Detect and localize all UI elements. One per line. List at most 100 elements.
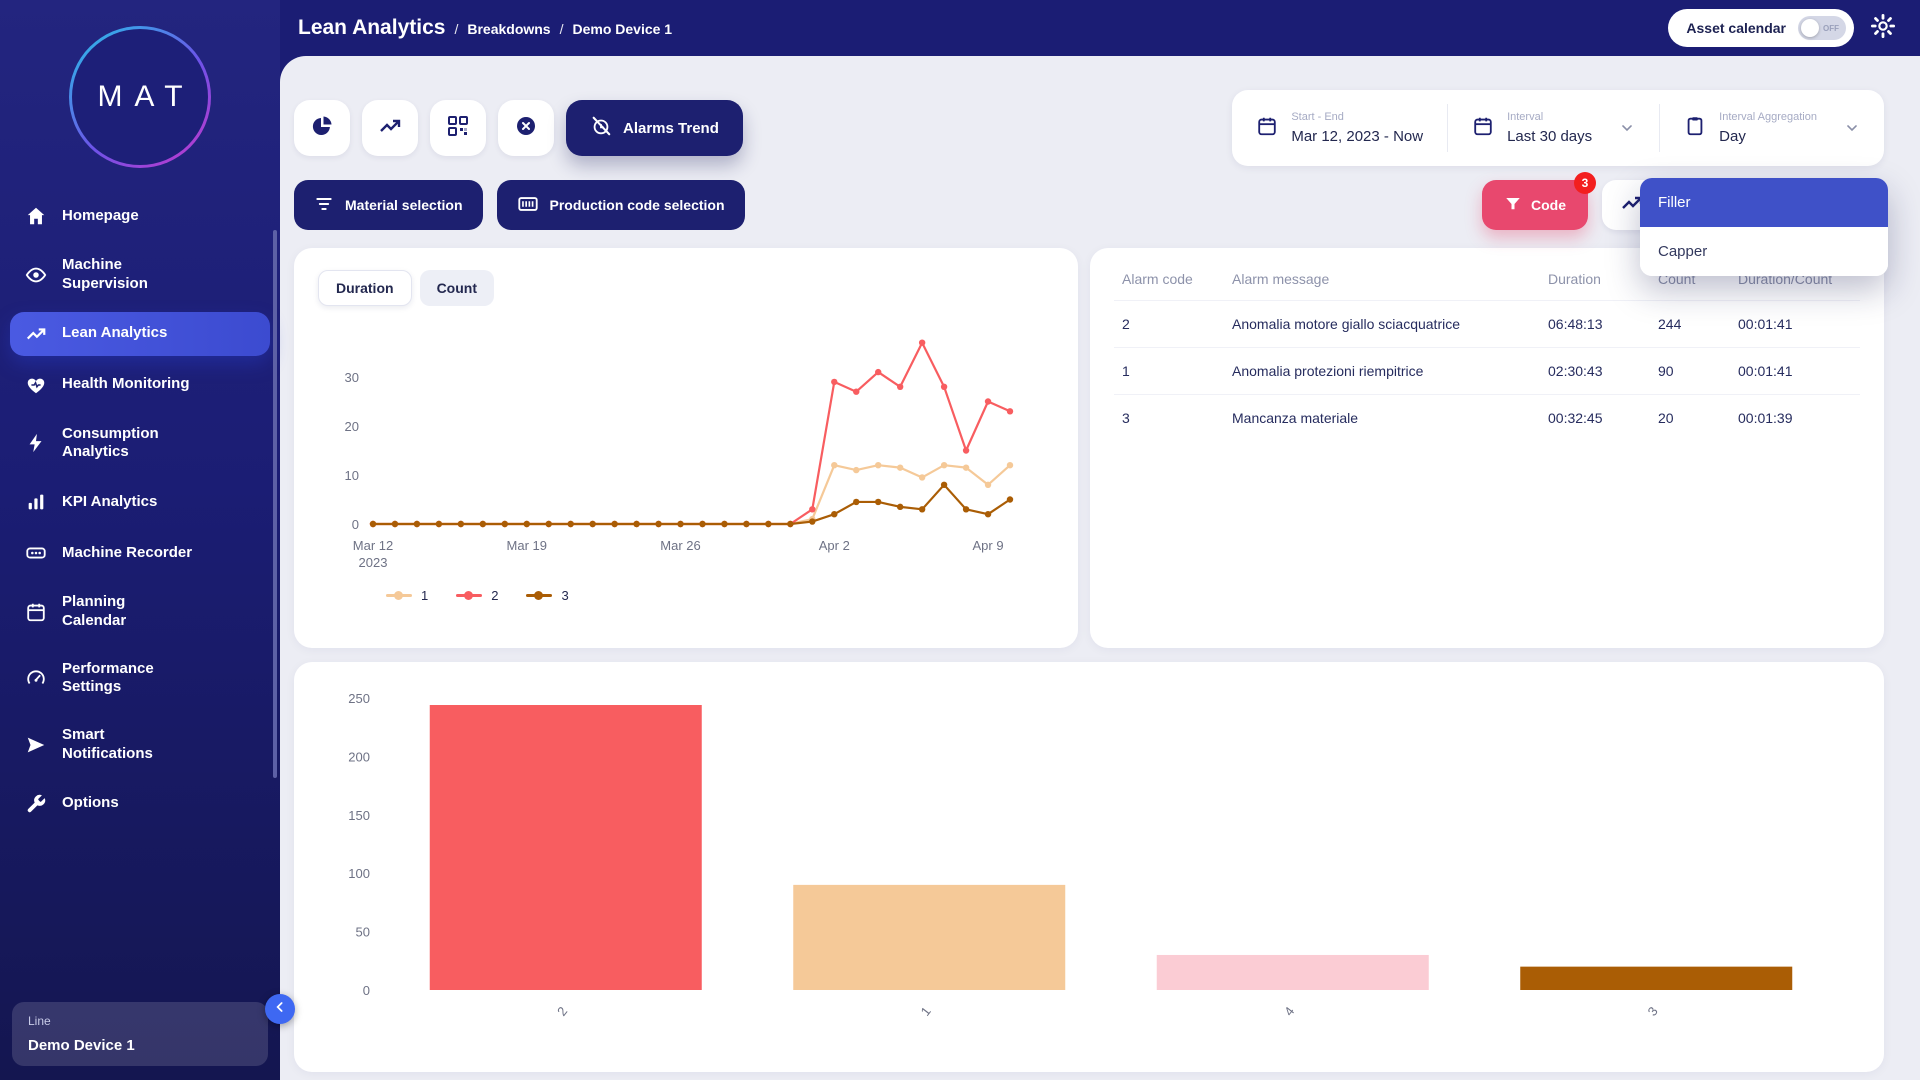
- line-chart-legend: 1 2 3: [318, 588, 1054, 603]
- breadcrumb-section[interactable]: Breakdowns: [467, 21, 550, 37]
- code-filter-badge: 3: [1574, 172, 1596, 194]
- asset-calendar-pill: Asset calendar OFF: [1668, 9, 1854, 47]
- svg-text:100: 100: [348, 866, 370, 881]
- trend-icon: [378, 114, 402, 143]
- svg-text:2: 2: [554, 1004, 570, 1019]
- pie-chart-view-button[interactable]: [294, 100, 350, 156]
- settings-gear-icon[interactable]: [1870, 13, 1896, 44]
- sidebar-item-label: Planning Calendar: [62, 593, 126, 631]
- sidebar-item-label: Smart Notifications: [62, 726, 153, 764]
- alarms-count-bar-chart: 0501001502002502143: [318, 682, 1858, 1034]
- code-filter-button[interactable]: Code 3: [1482, 180, 1588, 230]
- logo-text: MAT: [72, 29, 208, 165]
- chevron-down-icon: [1844, 120, 1860, 136]
- svg-text:200: 200: [348, 749, 370, 764]
- breadcrumb-separator: /: [560, 21, 564, 37]
- breadcrumb-separator: /: [454, 21, 458, 37]
- cell-count: 244: [1650, 301, 1730, 348]
- aggregation-select[interactable]: Interval Aggregation Day: [1659, 104, 1884, 152]
- trend-icon: [24, 323, 48, 345]
- interval-select[interactable]: Interval Last 30 days: [1447, 104, 1659, 152]
- svg-text:Apr 9: Apr 9: [972, 538, 1003, 553]
- sidebar-nav: Homepage Machine Supervision Lean Analyt…: [0, 186, 280, 992]
- cell-count: 90: [1650, 348, 1730, 395]
- legend-item[interactable]: 1: [386, 588, 428, 603]
- svg-text:1: 1: [918, 1004, 934, 1019]
- date-range-field[interactable]: Start - End Mar 12, 2023 - Now: [1232, 104, 1447, 152]
- eye-icon: [24, 264, 48, 286]
- tab-count[interactable]: Count: [420, 270, 494, 306]
- legend-item[interactable]: 2: [456, 588, 498, 603]
- sidebar-item-health-monitoring[interactable]: Health Monitoring: [10, 363, 270, 407]
- sidebar-item-label: KPI Analytics: [62, 493, 157, 512]
- sidebar-item-kpi-analytics[interactable]: KPI Analytics: [10, 480, 270, 524]
- legend-item[interactable]: 3: [526, 588, 568, 603]
- alarms-table: Alarm code Alarm message Duration Count …: [1114, 254, 1860, 441]
- svg-text:0: 0: [352, 517, 359, 532]
- sidebar-scrollbar[interactable]: [273, 230, 277, 778]
- svg-text:2023: 2023: [359, 555, 388, 570]
- qr-view-button[interactable]: [430, 100, 486, 156]
- filter-lines-icon: [314, 194, 334, 217]
- asset-calendar-toggle[interactable]: OFF: [1798, 16, 1846, 40]
- recorder-icon: [24, 542, 48, 564]
- sidebar-item-planning-calendar[interactable]: Planning Calendar: [10, 582, 270, 642]
- material-selection-button[interactable]: Material selection: [294, 180, 483, 230]
- calendar-icon: [24, 601, 48, 623]
- sidebar-item-homepage[interactable]: Homepage: [10, 194, 270, 238]
- logo-ring: MAT: [69, 26, 211, 168]
- alarm-count-bar-card: 0501001502002502143: [294, 662, 1884, 1072]
- code-button-label: Code: [1531, 197, 1566, 213]
- alarm-slash-icon: [590, 115, 612, 141]
- bar-chart-icon: [24, 491, 48, 513]
- sidebar-item-machine-recorder[interactable]: Machine Recorder: [10, 531, 270, 575]
- col-alarm-code: Alarm code: [1114, 254, 1224, 301]
- alarms-trend-button[interactable]: Alarms Trend: [566, 100, 743, 156]
- funnel-icon: [1504, 195, 1522, 216]
- content-panel: Alarms Trend Start - End Mar 12, 2023 - …: [280, 56, 1920, 1080]
- table-row[interactable]: 2 Anomalia motore giallo sciacquatrice 0…: [1114, 301, 1860, 348]
- sidebar-item-label: Options: [62, 794, 119, 813]
- sidebar-item-machine-supervision[interactable]: Machine Supervision: [10, 245, 270, 305]
- alarms-trend-card: Duration Count 0102030Mar 122023Mar 19Ma…: [294, 248, 1078, 648]
- svg-text:50: 50: [356, 925, 370, 940]
- date-range-value: Mar 12, 2023 - Now: [1291, 128, 1423, 145]
- gauge-icon: [24, 667, 48, 689]
- breadcrumb: Lean Analytics / Breakdowns / Demo Devic…: [298, 16, 672, 40]
- wrench-icon: [24, 793, 48, 815]
- asset-calendar-label: Asset calendar: [1686, 20, 1786, 36]
- table-row[interactable]: 1 Anomalia protezioni riempitrice 02:30:…: [1114, 348, 1860, 395]
- pie-chart-icon: [310, 114, 334, 143]
- heart-pulse-icon: [24, 374, 48, 396]
- sidebar-item-options[interactable]: Options: [10, 782, 270, 826]
- svg-text:150: 150: [348, 808, 370, 823]
- dropdown-option-capper[interactable]: Capper: [1640, 227, 1888, 276]
- cell-alarm-message: Anomalia motore giallo sciacquatrice: [1224, 301, 1540, 348]
- device-card[interactable]: Line Demo Device 1: [12, 1002, 268, 1066]
- dropdown-option-filler[interactable]: Filler: [1640, 178, 1888, 227]
- sidebar-item-lean-analytics[interactable]: Lean Analytics: [10, 312, 270, 356]
- machine-dropdown: Filler Capper: [1640, 178, 1888, 276]
- svg-text:Mar 19: Mar 19: [507, 538, 547, 553]
- sidebar-item-consumption-analytics[interactable]: Consumption Analytics: [10, 414, 270, 474]
- table-row[interactable]: 3 Mancanza materiale 00:32:45 20 00:01:3…: [1114, 395, 1860, 442]
- tab-duration[interactable]: Duration: [318, 270, 412, 306]
- sidebar-item-label: Homepage: [62, 207, 139, 226]
- cell-duration: 00:32:45: [1540, 395, 1650, 442]
- alarms-trend-label: Alarms Trend: [623, 120, 719, 137]
- interval-label: Interval: [1507, 111, 1592, 123]
- sidebar-collapse-button[interactable]: [265, 994, 295, 1024]
- stops-view-button[interactable]: [498, 100, 554, 156]
- sidebar-item-label: Machine Recorder: [62, 544, 192, 563]
- production-code-selection-button[interactable]: Production code selection: [497, 180, 745, 230]
- svg-text:3: 3: [1645, 1004, 1661, 1019]
- trend-view-button[interactable]: [362, 100, 418, 156]
- chart-mode-tabs: Duration Count: [318, 270, 1054, 306]
- col-duration: Duration: [1540, 254, 1650, 301]
- sidebar-item-performance-settings[interactable]: Performance Settings: [10, 649, 270, 709]
- sidebar-item-smart-notifications[interactable]: Smart Notifications: [10, 715, 270, 775]
- calendar-icon: [1256, 115, 1278, 142]
- breadcrumb-device[interactable]: Demo Device 1: [572, 21, 672, 37]
- svg-text:0: 0: [363, 983, 370, 998]
- material-selection-label: Material selection: [345, 197, 463, 213]
